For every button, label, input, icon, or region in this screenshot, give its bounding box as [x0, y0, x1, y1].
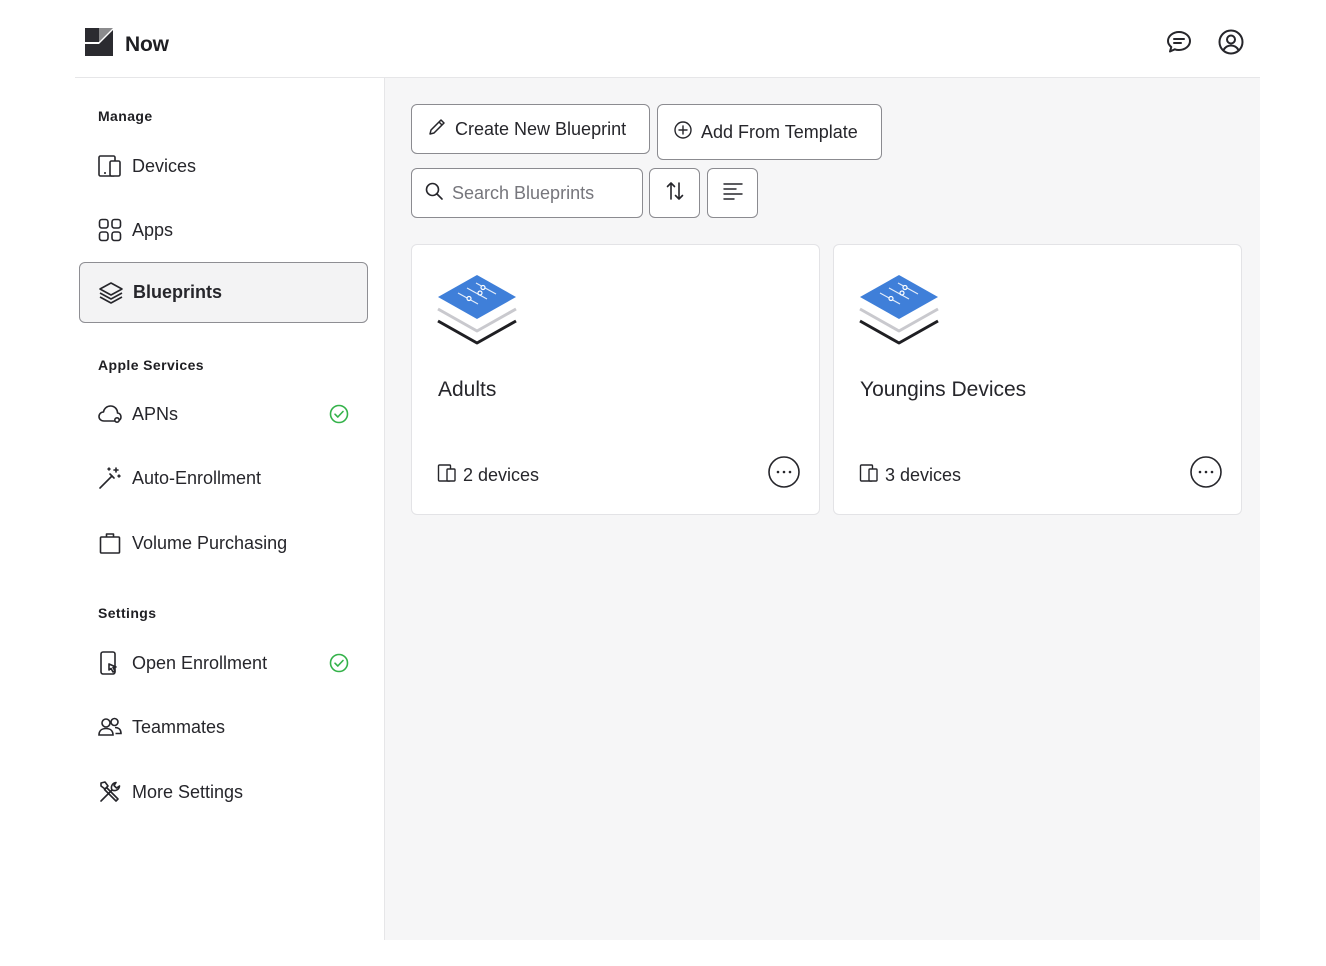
sidebar: Manage Devices Apps Blueprints Apple Ser…: [75, 78, 385, 940]
more-options-icon[interactable]: [1189, 455, 1223, 494]
apps-grid-icon: [97, 217, 123, 243]
brand-name: Now: [125, 32, 169, 56]
layers-icon: [98, 280, 124, 306]
device-count-label: 2 devices: [463, 465, 540, 485]
device-count: 2 devices: [437, 463, 539, 488]
users-icon: [97, 714, 123, 740]
blueprint-layers-icon: [858, 271, 940, 354]
blueprint-layers-icon: [436, 271, 518, 354]
add-from-template-label: Add From Template: [701, 121, 858, 142]
sidebar-item-teammates[interactable]: Teammates: [79, 700, 368, 754]
phone-touch-icon: [97, 650, 123, 676]
sort-button[interactable]: [649, 168, 700, 218]
device-count: 3 devices: [859, 463, 961, 488]
brand[interactable]: Now: [83, 26, 169, 63]
sidebar-item-apps[interactable]: Apps: [79, 203, 368, 257]
check-circle-icon: [328, 403, 350, 430]
cloud-icon: [97, 401, 123, 427]
devices-icon: [437, 463, 457, 488]
blueprint-name: Adults: [438, 378, 497, 401]
sidebar-item-label: Devices: [132, 155, 197, 176]
chat-icon[interactable]: [1164, 27, 1194, 57]
sidebar-item-label: Open Enrollment: [132, 652, 268, 673]
sidebar-item-label: More Settings: [132, 781, 244, 802]
sidebar-item-auto-enrollment[interactable]: Auto-Enrollment: [79, 451, 368, 505]
sidebar-item-more-settings[interactable]: More Settings: [79, 765, 368, 819]
sort-icon: [665, 180, 685, 207]
logo-icon: [83, 26, 115, 63]
blueprint-name: Youngins Devices: [860, 378, 1027, 401]
sidebar-item-label: Teammates: [132, 716, 226, 737]
sidebar-item-label: Auto-Enrollment: [132, 467, 262, 488]
add-from-template-button[interactable]: Add From Template: [657, 104, 882, 160]
magic-wand-icon: [97, 465, 123, 491]
search-input[interactable]: [452, 182, 632, 204]
shopping-bag-icon: [97, 530, 123, 556]
section-title-manage: Manage: [98, 108, 153, 124]
tools-icon: [97, 779, 123, 805]
sidebar-item-apns[interactable]: APNs: [79, 387, 368, 441]
sidebar-item-volume-purchasing[interactable]: Volume Purchasing: [79, 516, 368, 570]
main-content: Create New Blueprint Add From Template S…: [385, 78, 1260, 940]
search-blueprints[interactable]: [411, 168, 643, 218]
devices-icon: [859, 463, 879, 488]
more-options-icon[interactable]: [767, 455, 801, 494]
device-count-label: 3 devices: [885, 465, 962, 485]
sidebar-item-open-enrollment[interactable]: Open Enrollment: [79, 636, 368, 690]
blueprint-card[interactable]: Youngins Devices 3 devices: [833, 244, 1242, 515]
pencil-icon: [427, 117, 447, 142]
sidebar-item-label: Volume Purchasing: [132, 532, 288, 553]
account-icon[interactable]: [1216, 27, 1246, 57]
sidebar-item-label: APNs: [132, 403, 179, 424]
plus-circle-icon: [673, 120, 693, 145]
app-window: Now Manage Devices Apps Blueprints Apple…: [75, 0, 1260, 940]
search-icon: [424, 181, 444, 206]
section-title-apple-services: Apple Services: [98, 357, 204, 373]
sidebar-item-blueprints[interactable]: Blueprints: [79, 262, 368, 323]
check-circle-icon: [328, 652, 350, 679]
sidebar-item-devices[interactable]: Devices: [79, 139, 368, 193]
filter-lines-icon: [722, 181, 744, 206]
sidebar-item-label: Apps: [132, 219, 174, 240]
devices-icon: [97, 153, 123, 179]
create-blueprint-button[interactable]: Create New Blueprint: [411, 104, 650, 154]
top-bar: Now: [75, 0, 1260, 78]
section-title-settings: Settings: [98, 605, 157, 621]
create-blueprint-label: Create New Blueprint: [455, 118, 627, 139]
sidebar-item-label: Blueprints: [133, 282, 223, 302]
filter-button[interactable]: [707, 168, 758, 218]
blueprint-card[interactable]: Adults 2 devices: [411, 244, 820, 515]
